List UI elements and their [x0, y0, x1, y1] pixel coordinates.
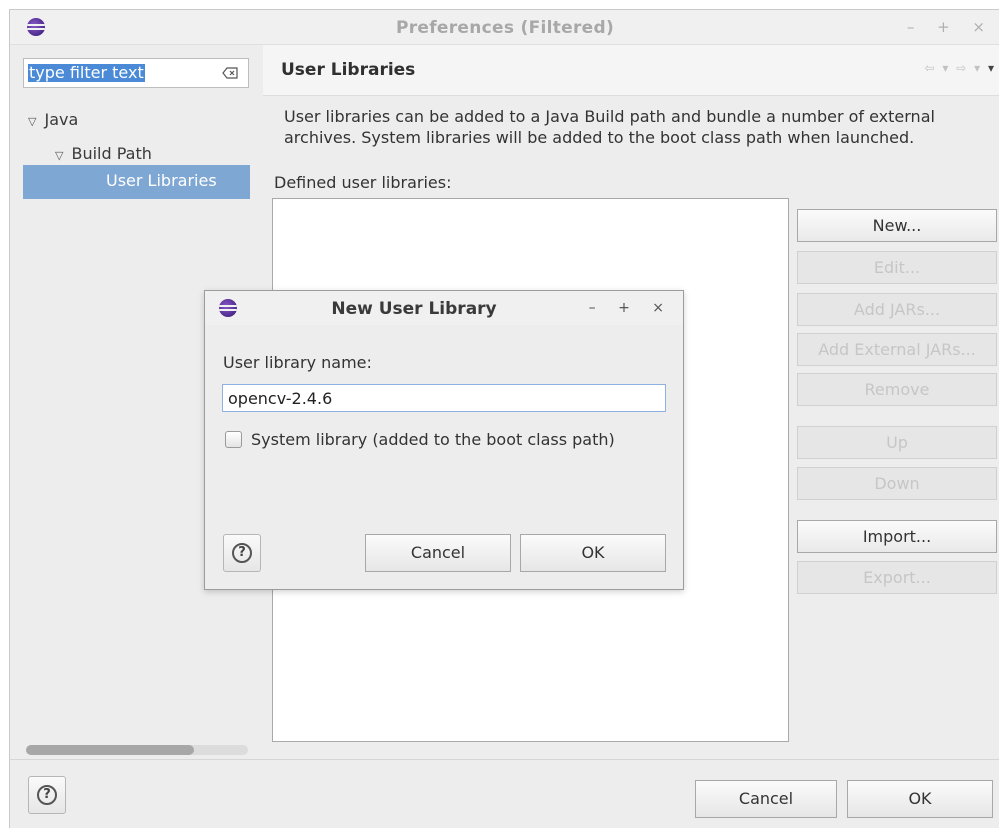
tree-item-user-libraries[interactable]: User Libraries [106, 171, 217, 190]
tree-item-java[interactable]: ▽ Java [28, 110, 78, 129]
dialog-title: New User Library [331, 299, 497, 319]
dialog-window-controls[interactable]: – + × [589, 300, 673, 316]
filter-input[interactable]: type filter text [23, 58, 249, 88]
import-button[interactable]: Import... [797, 520, 997, 553]
page-title: User Libraries [281, 60, 416, 80]
down-button[interactable]: Down [797, 467, 997, 500]
new-user-library-dialog: New User Library – + × User library name… [204, 290, 684, 590]
tree-item-label: Java [44, 110, 79, 129]
tree-item-label: Build Path [71, 144, 152, 163]
window-title: Preferences (Filtered) [395, 18, 615, 38]
view-menu-icon[interactable]: ▾ [988, 61, 996, 75]
expand-arrow-icon[interactable]: ▽ [55, 149, 63, 162]
add-external-jars-button[interactable]: Add External JARs... [797, 333, 997, 366]
back-menu-icon[interactable]: ▾ [942, 61, 950, 75]
page-navigation[interactable]: ⇦ ▾ ⇨ ▾ ▾ [924, 61, 996, 75]
tree-item-label: User Libraries [106, 171, 217, 190]
new-button[interactable]: New... [797, 209, 997, 242]
page-description: User libraries can be added to a Java Bu… [284, 107, 935, 147]
library-name-label: User library name: [223, 353, 372, 372]
dialog-cancel-button[interactable]: Cancel [365, 534, 511, 572]
clear-filter-icon[interactable] [222, 67, 238, 79]
dialog-help-button[interactable]: ? [223, 534, 261, 572]
footer-ok-button[interactable]: OK [847, 780, 993, 818]
window-titlebar[interactable]: Preferences (Filtered) – + × [10, 10, 999, 45]
help-button[interactable]: ? [28, 776, 66, 814]
help-icon: ? [37, 785, 57, 805]
library-name-input[interactable] [222, 384, 666, 412]
scrollbar-thumb[interactable] [26, 745, 194, 755]
defined-libraries-label: Defined user libraries: [274, 173, 452, 192]
forward-arrow-icon[interactable]: ⇨ [956, 61, 968, 75]
edit-button[interactable]: Edit... [797, 251, 997, 284]
filter-text[interactable]: type filter text [28, 64, 145, 82]
expand-arrow-icon[interactable]: ▽ [28, 115, 36, 128]
help-icon: ? [232, 543, 252, 563]
sidebar-horizontal-scrollbar[interactable] [26, 745, 248, 755]
add-jars-button[interactable]: Add JARs... [797, 293, 997, 326]
dialog-titlebar[interactable]: New User Library – + × [205, 291, 683, 325]
back-arrow-icon[interactable]: ⇦ [924, 61, 936, 75]
system-library-checkbox[interactable] [225, 431, 242, 448]
system-library-label[interactable]: System library (added to the boot class … [251, 430, 615, 449]
up-button[interactable]: Up [797, 426, 997, 459]
footer-separator [9, 759, 999, 760]
remove-button[interactable]: Remove [797, 373, 997, 406]
tree-item-build-path[interactable]: ▽ Build Path [55, 144, 152, 163]
export-button[interactable]: Export... [797, 561, 997, 594]
window-controls[interactable]: – + × [907, 18, 994, 36]
forward-menu-icon[interactable]: ▾ [974, 61, 982, 75]
page-header: User Libraries ⇦ ▾ ⇨ ▾ ▾ [263, 45, 999, 96]
footer-cancel-button[interactable]: Cancel [695, 780, 837, 818]
dialog-ok-button[interactable]: OK [520, 534, 666, 572]
